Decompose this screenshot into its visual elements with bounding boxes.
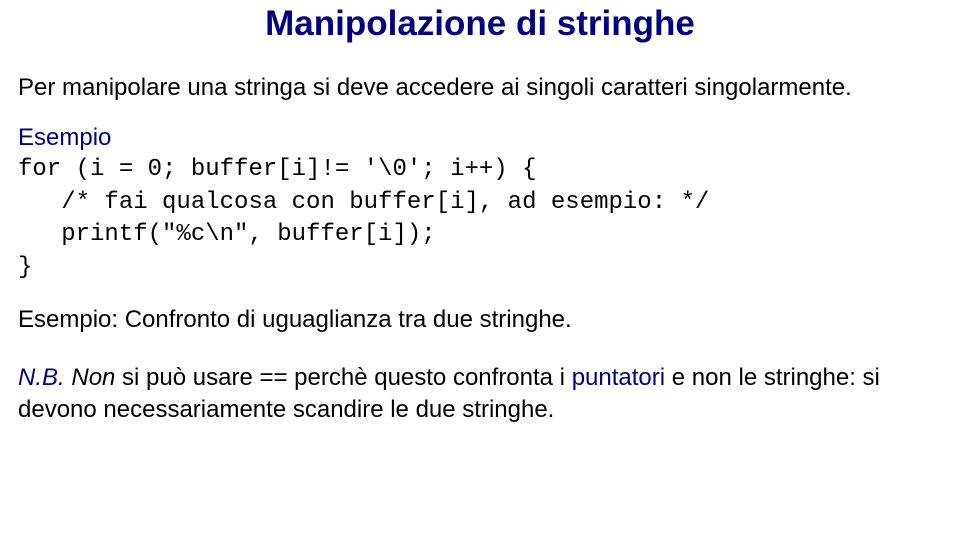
page-title: Manipolazione di stringhe <box>0 4 960 44</box>
nb-blue-word: puntatori <box>572 364 665 391</box>
intro-paragraph: Per manipolare una stringa si deve acced… <box>0 72 960 104</box>
nb-text-1: si può usare == perchè questo confronta … <box>115 364 571 391</box>
example-compare: Esempio: Confronto di uguaglianza tra du… <box>0 306 960 334</box>
example-label: Esempio <box>0 124 960 152</box>
nb-label: N.B. <box>18 364 65 391</box>
code-line-2: /* fai qualcosa con buffer[i], ad esempi… <box>18 189 709 216</box>
code-line-1: for (i = 0; buffer[i]!= '\0'; i++) { <box>18 156 536 183</box>
nb-italic-word: Non <box>71 364 115 391</box>
nb-paragraph: N.B. Non si può usare == perchè questo c… <box>0 362 960 427</box>
code-block: for (i = 0; buffer[i]!= '\0'; i++) { /* … <box>0 154 960 284</box>
code-line-3: printf("%c\n", buffer[i]); <box>18 221 436 248</box>
code-line-4: } <box>18 254 32 281</box>
